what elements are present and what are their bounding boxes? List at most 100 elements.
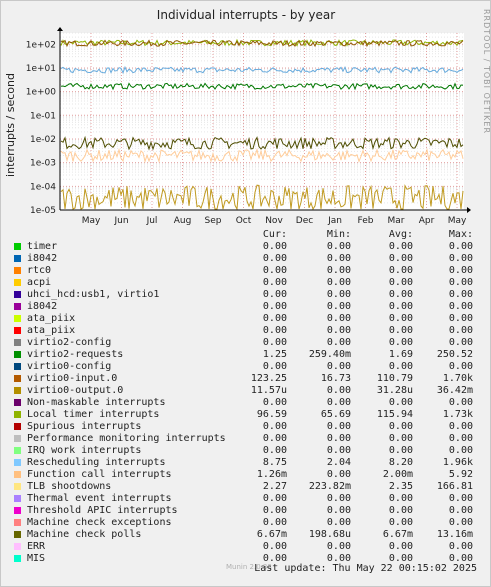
legend-table: Cur: Min: Avg: Max: timer 0.00 0.00 0.00 0.0…: [11, 229, 481, 565]
max-value: 36.42m: [436, 385, 473, 396]
legend-row: ata_piix 0.00 0.00 0.00 0.00: [11, 325, 481, 337]
legend-row: i8042 0.00 0.00 0.00 0.00: [11, 301, 481, 313]
legend-swatch: [14, 387, 21, 394]
legend-label: uhci_hcd:usb1, virtio1: [27, 289, 160, 300]
max-value: 1.73k: [442, 409, 473, 420]
legend-row: virtio2-requests 1.25 259.40m 1.69 250.52: [11, 349, 481, 361]
legend-label: Local timer interrupts: [27, 409, 160, 420]
legend-row: Performance monitoring interrupts 0.00 0.0…: [11, 433, 481, 445]
y-tick-label: 1e-05: [30, 206, 56, 216]
legend-swatch: [14, 435, 21, 442]
legend-row: Non-maskable interrupts 0.00 0.00 0.00 0.00: [11, 397, 481, 409]
header-max: Max:: [448, 229, 473, 240]
max-value: 0.00: [448, 517, 473, 528]
legend-label: Threshold APIC interrupts: [27, 505, 178, 516]
max-value: 0.00: [448, 445, 473, 456]
x-tick-label: Aug: [174, 216, 192, 226]
max-value: 1.96k: [442, 457, 473, 468]
legend-row: Function call interrupts 1.26m 0.00 2.00m 5.…: [11, 469, 481, 481]
legend-swatch: [14, 255, 21, 262]
y-tick-labels: 1e+02 1e+01 1e+00 1e-01 1e-02 1e-03 1e-04 1e-05: [26, 40, 57, 216]
max-value: 0.00: [448, 433, 473, 444]
legend-row: Spurious interrupts 0.00 0.00 0.00 0.00: [11, 421, 481, 433]
legend-label: Machine check polls: [27, 529, 142, 540]
legend-label: virtio0-output.0: [27, 385, 124, 396]
legend-row: virtio0-output.0 11.57u 0.00 31.28u 36.42m: [11, 385, 481, 397]
legend-swatch: [14, 267, 21, 274]
legend-row: TLB shootdowns 2.27 223.82m 2.35 166.81: [11, 481, 481, 493]
legend-row: ERR 0.00 0.00 0.00 0.00: [11, 541, 481, 553]
x-tick-label: Apr: [419, 216, 435, 226]
legend-swatch: [14, 279, 21, 286]
legend-label: timer: [27, 241, 58, 252]
max-value: 0.00: [448, 301, 473, 312]
legend-row: virtio0-input.0 123.25 16.73 110.79 1.70k: [11, 373, 481, 385]
legend-row: Thermal event interrupts 0.00 0.00 0.00 0.00: [11, 493, 481, 505]
y-tick-label: 1e-04: [30, 182, 56, 192]
legend-label: Non-maskable interrupts: [27, 397, 166, 408]
y-axis-label: interrupts / second: [4, 73, 17, 177]
max-value: 0.00: [448, 277, 473, 288]
max-value: 5.92: [448, 469, 473, 480]
rrdtool-side-label: RRDTOOL / TOBI OETIKER: [482, 9, 491, 134]
max-value: 0.00: [448, 313, 473, 324]
legend-swatch: [14, 351, 21, 358]
legend-swatch: [14, 519, 21, 526]
legend-label: ata_piix: [27, 313, 76, 324]
legend-label: acpi: [27, 277, 52, 288]
legend-swatch: [14, 411, 21, 418]
x-tick-label: May: [448, 216, 467, 226]
x-tick-label: Dec: [296, 216, 313, 226]
x-tick-label: May: [82, 216, 101, 226]
max-value: 0.00: [448, 541, 473, 552]
max-value: 13.16m: [436, 529, 473, 540]
legend-swatch: [14, 447, 21, 454]
legend-label: virtio2-requests: [27, 349, 124, 360]
legend-label: virtio0-config: [27, 361, 112, 372]
max-value: 0.00: [448, 265, 473, 276]
x-tick-label: Sep: [205, 216, 222, 226]
legend-swatch: [14, 507, 21, 514]
legend-label: i8042: [27, 301, 58, 312]
legend-row: virtio0-config 0.00 0.00 0.00 0.00: [11, 361, 481, 373]
legend-swatch: [14, 327, 21, 334]
legend-row: Threshold APIC interrupts 0.00 0.00 0.00 0.0…: [11, 505, 481, 517]
x-tick-label: Nov: [265, 216, 283, 226]
legend-header: Cur: Min: Avg: Max:: [11, 229, 481, 241]
legend-row: i8042 0.00 0.00 0.00 0.00: [11, 253, 481, 265]
x-tick-labels: May Jun Jul Aug Sep Oct Nov Dec Jan Feb Mar Apr May: [82, 216, 467, 226]
x-tick-label: Feb: [358, 216, 374, 226]
legend-swatch: [14, 303, 21, 310]
legend-label: Performance monitoring interrupts: [27, 433, 226, 444]
legend-label: Function call interrupts: [27, 469, 172, 480]
munin-graph: Individual interrupts - by year RRDTOOL …: [0, 0, 491, 587]
y-tick-label: 1e-01: [30, 111, 56, 121]
legend-row: uhci_hcd:usb1, virtio1 0.00 0.00 0.00 0.00: [11, 289, 481, 301]
legend-swatch: [14, 375, 21, 382]
legend-row: timer 0.00 0.00 0.00 0.00: [11, 241, 481, 253]
max-value: 0.00: [448, 337, 473, 348]
max-value: 0.00: [448, 421, 473, 432]
footer: Munin 2.0.33 Last update: Thu May 22 00:…: [11, 561, 481, 581]
y-tick-label: 1e+02: [26, 40, 56, 50]
max-value: 0.00: [448, 325, 473, 336]
legend-row: Rescheduling interrupts 8.75 2.04 8.20 1.96k: [11, 457, 481, 469]
legend-label: ata_piix: [27, 325, 76, 336]
y-tick-label: 1e-03: [30, 159, 56, 169]
legend-swatch: [14, 495, 21, 502]
max-value: 0.00: [448, 253, 473, 264]
legend-row: ata_piix 0.00 0.00 0.00 0.00: [11, 313, 481, 325]
legend-label: i8042: [27, 253, 58, 264]
y-tick-label: 1e-02: [30, 135, 56, 145]
x-tick-label: Jan: [327, 216, 342, 226]
max-value: 250.52: [436, 349, 473, 360]
max-value: 0.00: [448, 361, 473, 372]
legend-label: Spurious interrupts: [27, 421, 142, 432]
legend-swatch: [14, 471, 21, 478]
legend-swatch: [14, 363, 21, 370]
max-value: 0.00: [448, 493, 473, 504]
legend-label: IRQ work interrupts: [27, 445, 142, 456]
legend-row: rtc0 0.00 0.00 0.00 0.00: [11, 265, 481, 277]
legend-row: Machine check exceptions 0.00 0.00 0.00 0.00: [11, 517, 481, 529]
legend-label: virtio0-input.0: [27, 373, 118, 384]
